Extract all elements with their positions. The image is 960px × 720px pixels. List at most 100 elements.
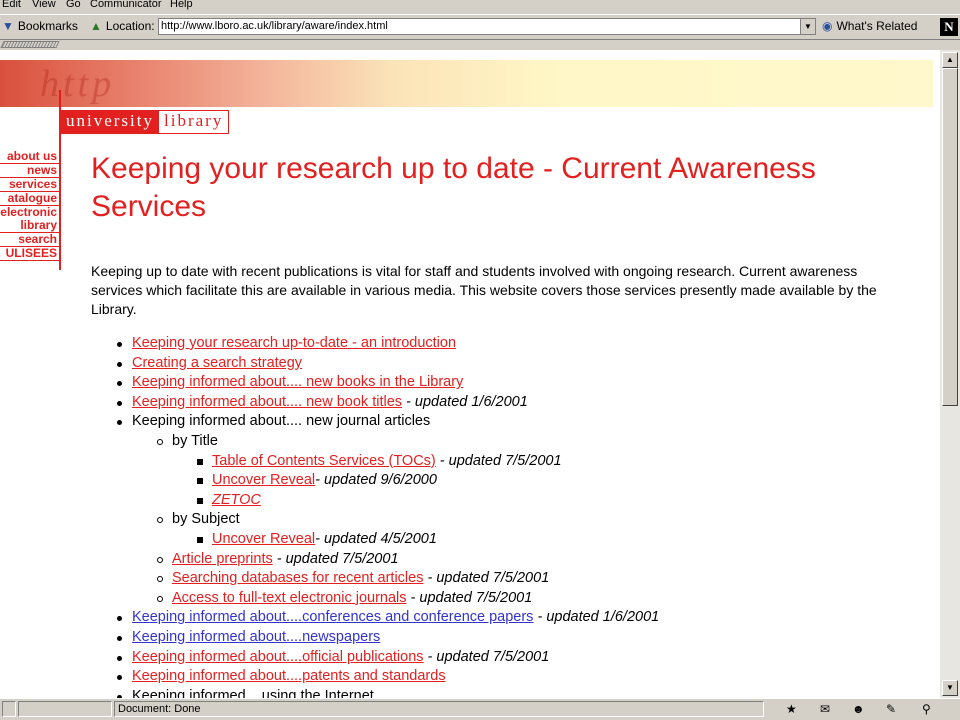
list-item-link[interactable]: Keeping informed about....conferences an… bbox=[132, 609, 533, 625]
whats-related-button[interactable]: ◉ What's Related bbox=[822, 19, 917, 33]
circle-bullet-icon bbox=[157, 438, 163, 445]
list-item: Keeping informed about....patents and st… bbox=[91, 667, 931, 687]
updated-note: - updated 7/5/2001 bbox=[406, 589, 533, 606]
list-item-content: Keeping informed about....conferences an… bbox=[132, 608, 659, 628]
bookmarks-button[interactable]: ▼ Bookmarks bbox=[2, 19, 78, 33]
location-icon: ▲ bbox=[90, 19, 102, 33]
list-item: Keeping informed about.... new journal a… bbox=[91, 412, 931, 432]
menu-view[interactable]: View bbox=[32, 0, 56, 10]
list-item-link[interactable]: Table of Contents Services (TOCs) bbox=[212, 453, 436, 469]
nav-ulisees[interactable]: ULISEES bbox=[0, 247, 59, 261]
list-item-link[interactable]: Uncover Reveal bbox=[212, 531, 315, 547]
composer-icon[interactable]: ✎ bbox=[886, 702, 896, 716]
location-label: ▲ Location: bbox=[90, 19, 155, 33]
list-item-link[interactable]: Searching databases for recent articles bbox=[172, 570, 423, 586]
status-bar: Document: Done ★ ✉ ☻ ✎ ⚲ bbox=[0, 698, 960, 720]
security-icon[interactable]: ⚲ bbox=[922, 702, 931, 716]
intro-paragraph: Keeping up to date with recent publicati… bbox=[91, 263, 877, 317]
list-item-link[interactable]: Access to full-text electronic journals bbox=[172, 590, 407, 606]
list-item-content: Searching databases for recent articles … bbox=[172, 569, 549, 589]
list-item-content: Article preprints - updated 7/5/2001 bbox=[172, 550, 399, 570]
newsgroup-icon[interactable]: ☻ bbox=[852, 702, 865, 716]
list-item-content: Keeping informed about....patents and st… bbox=[132, 667, 446, 687]
list-item-link[interactable]: Keeping informed about....newspapers bbox=[132, 629, 380, 645]
list-item-link[interactable]: Article preprints bbox=[172, 551, 273, 567]
list-item-content: Keeping informed about....newspapers bbox=[132, 628, 380, 648]
list-item-link[interactable]: Creating a search strategy bbox=[132, 355, 302, 371]
whats-related-label: What's Related bbox=[836, 19, 918, 33]
logo-university: university bbox=[61, 111, 159, 133]
toolbar-grip-handle[interactable] bbox=[0, 41, 60, 48]
status-text: Document: Done bbox=[114, 701, 764, 717]
list-item-content: Keeping informed about.... new journal a… bbox=[132, 412, 430, 432]
list-item-content: ZETOC bbox=[212, 491, 261, 511]
mail-icon[interactable]: ✉ bbox=[820, 702, 830, 716]
square-bullet-icon bbox=[197, 478, 203, 485]
list-item: Keeping informed about.... new books in … bbox=[91, 373, 931, 393]
menu-edit[interactable]: Edit bbox=[2, 0, 21, 10]
list-item-content: Uncover Reveal- updated 9/6/2000 bbox=[212, 471, 437, 491]
nav-search[interactable]: search bbox=[0, 233, 59, 247]
disc-bullet-icon bbox=[117, 361, 122, 367]
nav-electronic-line2: library bbox=[20, 218, 57, 232]
list-item: Creating a search strategy bbox=[91, 354, 931, 374]
scroll-up-icon[interactable]: ▲ bbox=[942, 52, 958, 68]
square-bullet-icon bbox=[197, 458, 203, 465]
menu-go[interactable]: Go bbox=[66, 0, 81, 10]
updated-note: - updated 4/5/2001 bbox=[315, 530, 437, 547]
menu-help[interactable]: Help bbox=[170, 0, 193, 10]
list-item-content: Keeping informed about.... new books in … bbox=[132, 373, 463, 393]
list-item: Keeping informed about....official publi… bbox=[91, 648, 931, 668]
square-bullet-icon bbox=[197, 497, 203, 504]
list-item-text: by Subject bbox=[172, 511, 240, 528]
toolbar-tab-strip bbox=[0, 40, 960, 50]
nav-about-us[interactable]: about us bbox=[0, 150, 59, 164]
list-item-text: by Title bbox=[172, 432, 218, 449]
list-item: by Subject bbox=[91, 510, 931, 530]
menu-communicator[interactable]: Communicator bbox=[90, 0, 162, 10]
list-item-link[interactable]: ZETOC bbox=[212, 492, 261, 508]
disc-bullet-icon bbox=[117, 616, 122, 622]
location-input[interactable]: http://www.lboro.ac.uk/library/aware/ind… bbox=[158, 18, 802, 35]
list-item-link[interactable]: Uncover Reveal bbox=[212, 472, 315, 488]
vertical-scrollbar[interactable]: ▲ ▼ bbox=[940, 50, 960, 698]
list-item-link[interactable]: Keeping your research up-to-date - an in… bbox=[132, 335, 456, 351]
nav-news[interactable]: news bbox=[0, 164, 59, 178]
list-item: Keeping informed about....conferences an… bbox=[91, 608, 931, 628]
component-icon[interactable]: ★ bbox=[786, 702, 797, 716]
university-library-logo[interactable]: university library bbox=[60, 110, 230, 134]
list-item-link[interactable]: Keeping informed about....patents and st… bbox=[132, 668, 446, 684]
list-item-link[interactable]: Keeping informed about.... new books in … bbox=[132, 374, 463, 390]
logo-library: library bbox=[159, 111, 229, 133]
side-navigation: about us news services atalogue electron… bbox=[0, 150, 59, 261]
nav-catalogue[interactable]: atalogue bbox=[0, 192, 59, 206]
list-item-content: Access to full-text electronic journals … bbox=[172, 589, 532, 609]
security-lock-icon[interactable] bbox=[2, 701, 16, 717]
menu-bar: Edit View Go Communicator Help bbox=[0, 0, 960, 14]
scroll-down-icon[interactable]: ▼ bbox=[942, 680, 958, 696]
banner-decoration: http bbox=[40, 63, 116, 105]
netscape-logo[interactable]: N bbox=[940, 18, 958, 36]
circle-bullet-icon bbox=[157, 556, 163, 563]
list-item-content: Keeping informed about....official publi… bbox=[132, 648, 549, 668]
updated-note: - updated 7/5/2001 bbox=[423, 648, 550, 665]
list-item-link[interactable]: Keeping informed about....official publi… bbox=[132, 649, 424, 665]
location-dropdown-icon[interactable]: ▼ bbox=[800, 18, 816, 35]
list-item: Searching databases for recent articles … bbox=[91, 569, 931, 589]
list-item-content: Keeping informed....using the Internet bbox=[132, 687, 374, 698]
page-title: Keeping your research up to date - Curre… bbox=[91, 152, 816, 223]
updated-note: - updated 7/5/2001 bbox=[423, 570, 550, 587]
nav-electronic-library[interactable]: electronic library bbox=[0, 206, 59, 233]
circle-bullet-icon bbox=[157, 517, 163, 524]
scroll-thumb[interactable] bbox=[942, 68, 958, 406]
list-item: Access to full-text electronic journals … bbox=[91, 589, 931, 609]
list-item-link[interactable]: Keeping informed about.... new book titl… bbox=[132, 394, 402, 410]
services-list: Keeping your research up-to-date - an in… bbox=[91, 334, 931, 698]
list-item: Uncover Reveal- updated 9/6/2000 bbox=[91, 471, 931, 491]
list-item-text: Keeping informed about.... new journal a… bbox=[132, 413, 431, 430]
nav-services[interactable]: services bbox=[0, 178, 59, 192]
list-item-content: Keeping informed about.... new book titl… bbox=[132, 393, 528, 413]
list-item: Table of Contents Services (TOCs) - upda… bbox=[91, 452, 931, 472]
updated-note: - updated 7/5/2001 bbox=[272, 550, 399, 567]
list-item: Article preprints - updated 7/5/2001 bbox=[91, 550, 931, 570]
